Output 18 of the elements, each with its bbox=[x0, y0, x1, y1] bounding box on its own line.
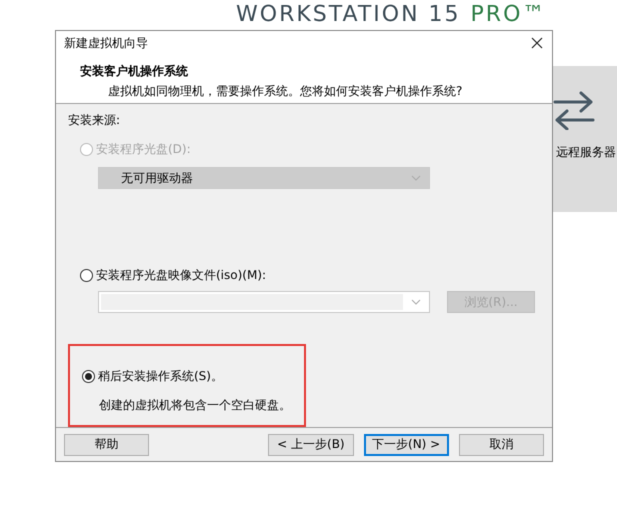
chevron-icon bbox=[411, 299, 421, 306]
dialog-button[interactable]: 帮助 bbox=[64, 434, 150, 456]
chevron-icon bbox=[411, 175, 421, 182]
window-title: 新建虚拟机向导 bbox=[64, 34, 148, 52]
step-description: 虚拟机如同物理机，需要操作系统。您将如何安装客户机操作系统? bbox=[107, 82, 464, 100]
section-label: 安装来源: bbox=[68, 112, 122, 130]
product-title: WORKSTATION 15 bbox=[236, 2, 461, 27]
dialog-button[interactable]: 下一步(N) > bbox=[364, 434, 449, 456]
option-description: 创建的虚拟机将包含一个空白硬盘。 bbox=[99, 397, 292, 414]
dialog-button[interactable]: 取消 bbox=[458, 434, 544, 456]
close-icon[interactable] bbox=[531, 37, 543, 50]
tile-label: 远程服务器 bbox=[556, 144, 616, 161]
step-title: 安装客户机操作系统 bbox=[80, 62, 189, 80]
dialog-button[interactable]: < 上一步(B) bbox=[268, 434, 354, 456]
radio-option[interactable]: 稍后安装操作系统(S)。 bbox=[70, 368, 223, 386]
arrows-icon bbox=[553, 90, 595, 130]
product-edition: PRO™ bbox=[470, 2, 546, 27]
radio-option[interactable]: 安装程序光盘映像文件(iso)(M): bbox=[68, 267, 266, 284]
